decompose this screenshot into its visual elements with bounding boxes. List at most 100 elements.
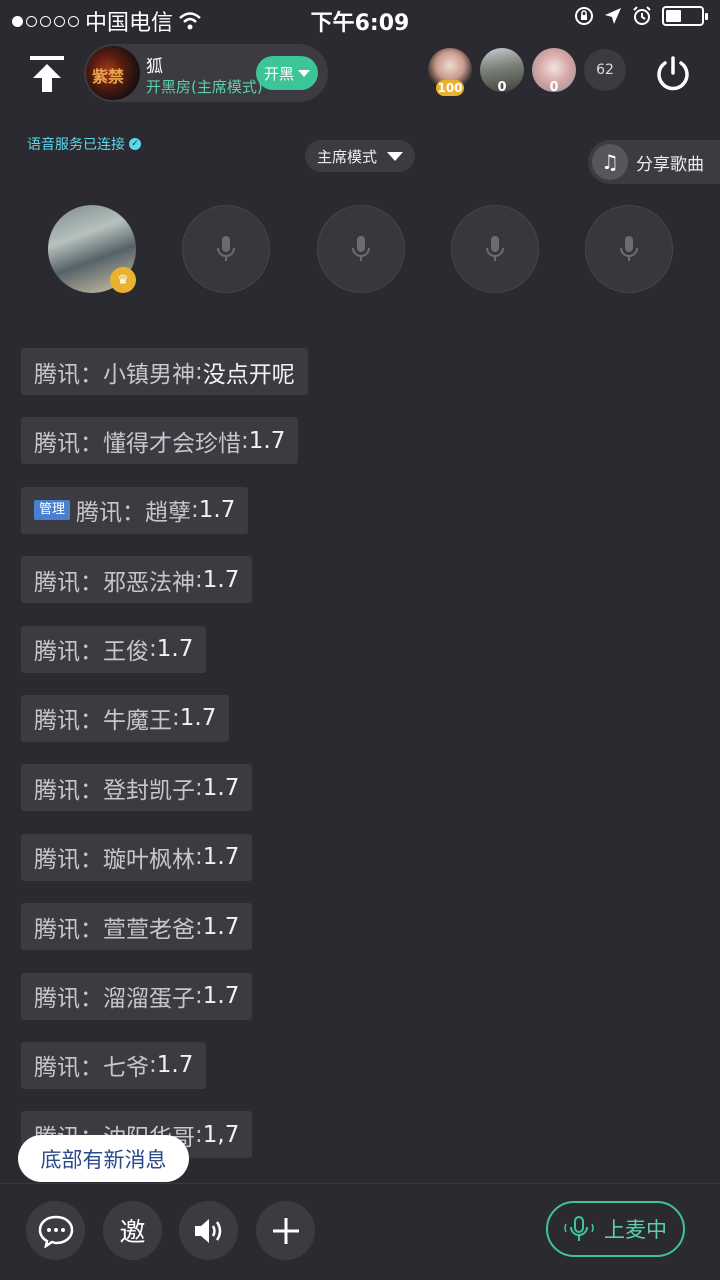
add-button[interactable] xyxy=(256,1201,315,1260)
microphone-icon xyxy=(217,236,235,261)
seat-empty-3[interactable] xyxy=(451,205,539,293)
room-avatar-text: 紫禁 xyxy=(92,67,125,86)
message-text: 没点开呢 xyxy=(202,361,295,388)
seat-empty-4[interactable] xyxy=(585,205,673,293)
message-text: 1.7 xyxy=(202,844,240,871)
chat-row: 管理 腾讯： 趙孽: 1.7 xyxy=(21,486,701,556)
member-score: 100 xyxy=(436,80,464,96)
mode-label: 主席模式 xyxy=(316,147,377,166)
microphone-icon xyxy=(564,1216,594,1241)
message-user: 溜溜蛋子 xyxy=(103,986,195,1013)
member-count[interactable]: 62 xyxy=(584,49,626,91)
seat-empty-1[interactable] xyxy=(182,205,270,293)
pin-top-icon[interactable] xyxy=(28,54,66,94)
chat-message[interactable]: 腾讯： 萱萱老爸: 1.7 xyxy=(21,903,253,951)
chat-message[interactable]: 腾讯： 牛魔王: 1.7 xyxy=(21,694,230,742)
member-avatar-1[interactable]: 100 xyxy=(428,48,472,96)
power-icon[interactable] xyxy=(654,55,692,93)
message-separator: : xyxy=(195,774,203,801)
message-source: 腾讯： xyxy=(34,430,103,457)
message-text: 1,7 xyxy=(202,1121,240,1148)
room-info[interactable]: 紫禁 狐 开黑房(主席模式) 开黑 xyxy=(84,44,328,102)
message-user: 璇叶枫林 xyxy=(103,847,195,874)
chat-row: 腾讯： 小镇男神: 没点开呢 xyxy=(21,348,701,417)
chat-message[interactable]: 腾讯： 王俊: 1.7 xyxy=(21,625,207,673)
status-bar: 中国电信 下午6:09 xyxy=(0,0,720,36)
message-user: 懂得才会珍惜 xyxy=(103,430,241,457)
chevron-down-icon xyxy=(298,69,310,77)
share-song-button[interactable]: ♫ 分享歌曲 xyxy=(588,140,720,184)
seat-empty-2[interactable] xyxy=(317,205,405,293)
battery-icon xyxy=(662,6,708,26)
speaker-button[interactable] xyxy=(179,1201,238,1260)
message-separator: : xyxy=(191,497,199,524)
chat-message[interactable]: 腾讯： 溜溜蛋子: 1.7 xyxy=(21,972,253,1020)
chat-list[interactable]: 腾讯： 小镇男神: 没点开呢 腾讯： 懂得才会珍惜: 1.7 管理 腾讯： 趙孽: 1.7 腾… xyxy=(21,348,701,1181)
room-subtitle: 开黑房(主席模式) xyxy=(146,78,263,96)
chat-row: 腾讯： 懂得才会珍惜: 1.7 xyxy=(21,417,701,486)
message-user: 王俊 xyxy=(103,639,149,666)
message-user: 七爷 xyxy=(103,1055,149,1082)
message-text: 1.7 xyxy=(179,705,217,732)
member-avatar-2[interactable]: 0 xyxy=(480,48,524,95)
voice-status: 语音服务已连接 ✓ xyxy=(27,134,141,154)
chat-message[interactable]: 腾讯： 七爷: 1.7 xyxy=(21,1041,207,1089)
chat-row: 腾讯： 登封凯子: 1.7 xyxy=(21,764,701,833)
chevron-down-icon xyxy=(387,151,403,161)
chat-row: 腾讯： 王俊: 1.7 xyxy=(21,625,701,695)
voice-status-text: 语音服务已连接 xyxy=(27,137,125,153)
kaihei-button[interactable]: 开黑 xyxy=(256,56,318,90)
speaker-icon xyxy=(194,1218,221,1243)
message-text: 1.7 xyxy=(156,636,194,663)
chat-row: 腾讯： 邪恶法神: 1.7 xyxy=(21,556,701,625)
chat-message[interactable]: 腾讯： 邪恶法神: 1.7 xyxy=(21,556,253,604)
chat-message[interactable]: 腾讯： 登封凯子: 1.7 xyxy=(21,764,253,812)
room-name: 狐 xyxy=(146,57,163,77)
message-source: 腾讯： xyxy=(34,569,103,596)
chat-row: 腾讯： 溜溜蛋子: 1.7 xyxy=(21,972,701,1042)
chat-row: 腾讯： 璇叶枫林: 1.7 xyxy=(21,833,701,903)
message-source: 腾讯： xyxy=(34,847,103,874)
message-source: 腾讯： xyxy=(34,708,103,735)
plus-icon xyxy=(272,1217,299,1244)
member-avatar-3[interactable]: 0 xyxy=(532,48,576,95)
chat-message[interactable]: 腾讯： 小镇男神: 没点开呢 xyxy=(21,348,308,395)
chat-button[interactable] xyxy=(26,1201,85,1260)
chat-message[interactable]: 腾讯： 懂得才会珍惜: 1.7 xyxy=(21,417,299,465)
message-source: 腾讯： xyxy=(76,500,146,527)
status-icons xyxy=(574,6,708,26)
message-text: 1.7 xyxy=(202,566,240,593)
mode-selector[interactable]: 主席模式 xyxy=(305,140,415,172)
crown-icon: ♛ xyxy=(110,267,136,293)
message-separator: : xyxy=(195,1121,203,1148)
message-text: 1.7 xyxy=(198,497,236,524)
microphone-icon xyxy=(486,236,504,261)
message-text: 1.7 xyxy=(156,1052,194,1079)
share-label: 分享歌曲 xyxy=(636,154,704,175)
new-message-button[interactable]: 底部有新消息 xyxy=(18,1135,189,1182)
rotation-lock-icon xyxy=(575,7,593,25)
microphone-icon xyxy=(352,236,370,261)
chat-message[interactable]: 腾讯： 璇叶枫林: 1.7 xyxy=(21,833,253,881)
microphone-icon xyxy=(620,236,638,261)
message-source: 腾讯： xyxy=(34,916,103,943)
message-text: 1.7 xyxy=(202,913,240,940)
chat-message[interactable]: 管理 腾讯： 趙孽: 1.7 xyxy=(21,486,249,534)
mic-label: 上麦中 xyxy=(604,1218,667,1242)
seat-host[interactable]: ♛ xyxy=(48,205,136,293)
member-score: 0 xyxy=(549,80,559,95)
message-text: 1.7 xyxy=(202,774,240,801)
message-separator: : xyxy=(195,913,203,940)
battery-level xyxy=(666,10,682,22)
invite-label: 邀 xyxy=(119,1218,146,1248)
mic-status-button[interactable]: 上麦中 xyxy=(546,1201,685,1257)
music-note-icon: ♫ xyxy=(592,144,628,180)
message-source: 腾讯： xyxy=(34,1055,103,1082)
location-icon xyxy=(605,8,621,24)
chat-row: 腾讯： 萱萱老爸: 1.7 xyxy=(21,903,701,972)
member-score: 0 xyxy=(497,80,507,95)
message-user: 趙孽 xyxy=(145,500,192,527)
chat-row: 腾讯： 牛魔王: 1.7 xyxy=(21,694,701,764)
message-user: 小镇男神 xyxy=(103,361,195,388)
invite-button[interactable]: 邀 xyxy=(103,1201,162,1260)
